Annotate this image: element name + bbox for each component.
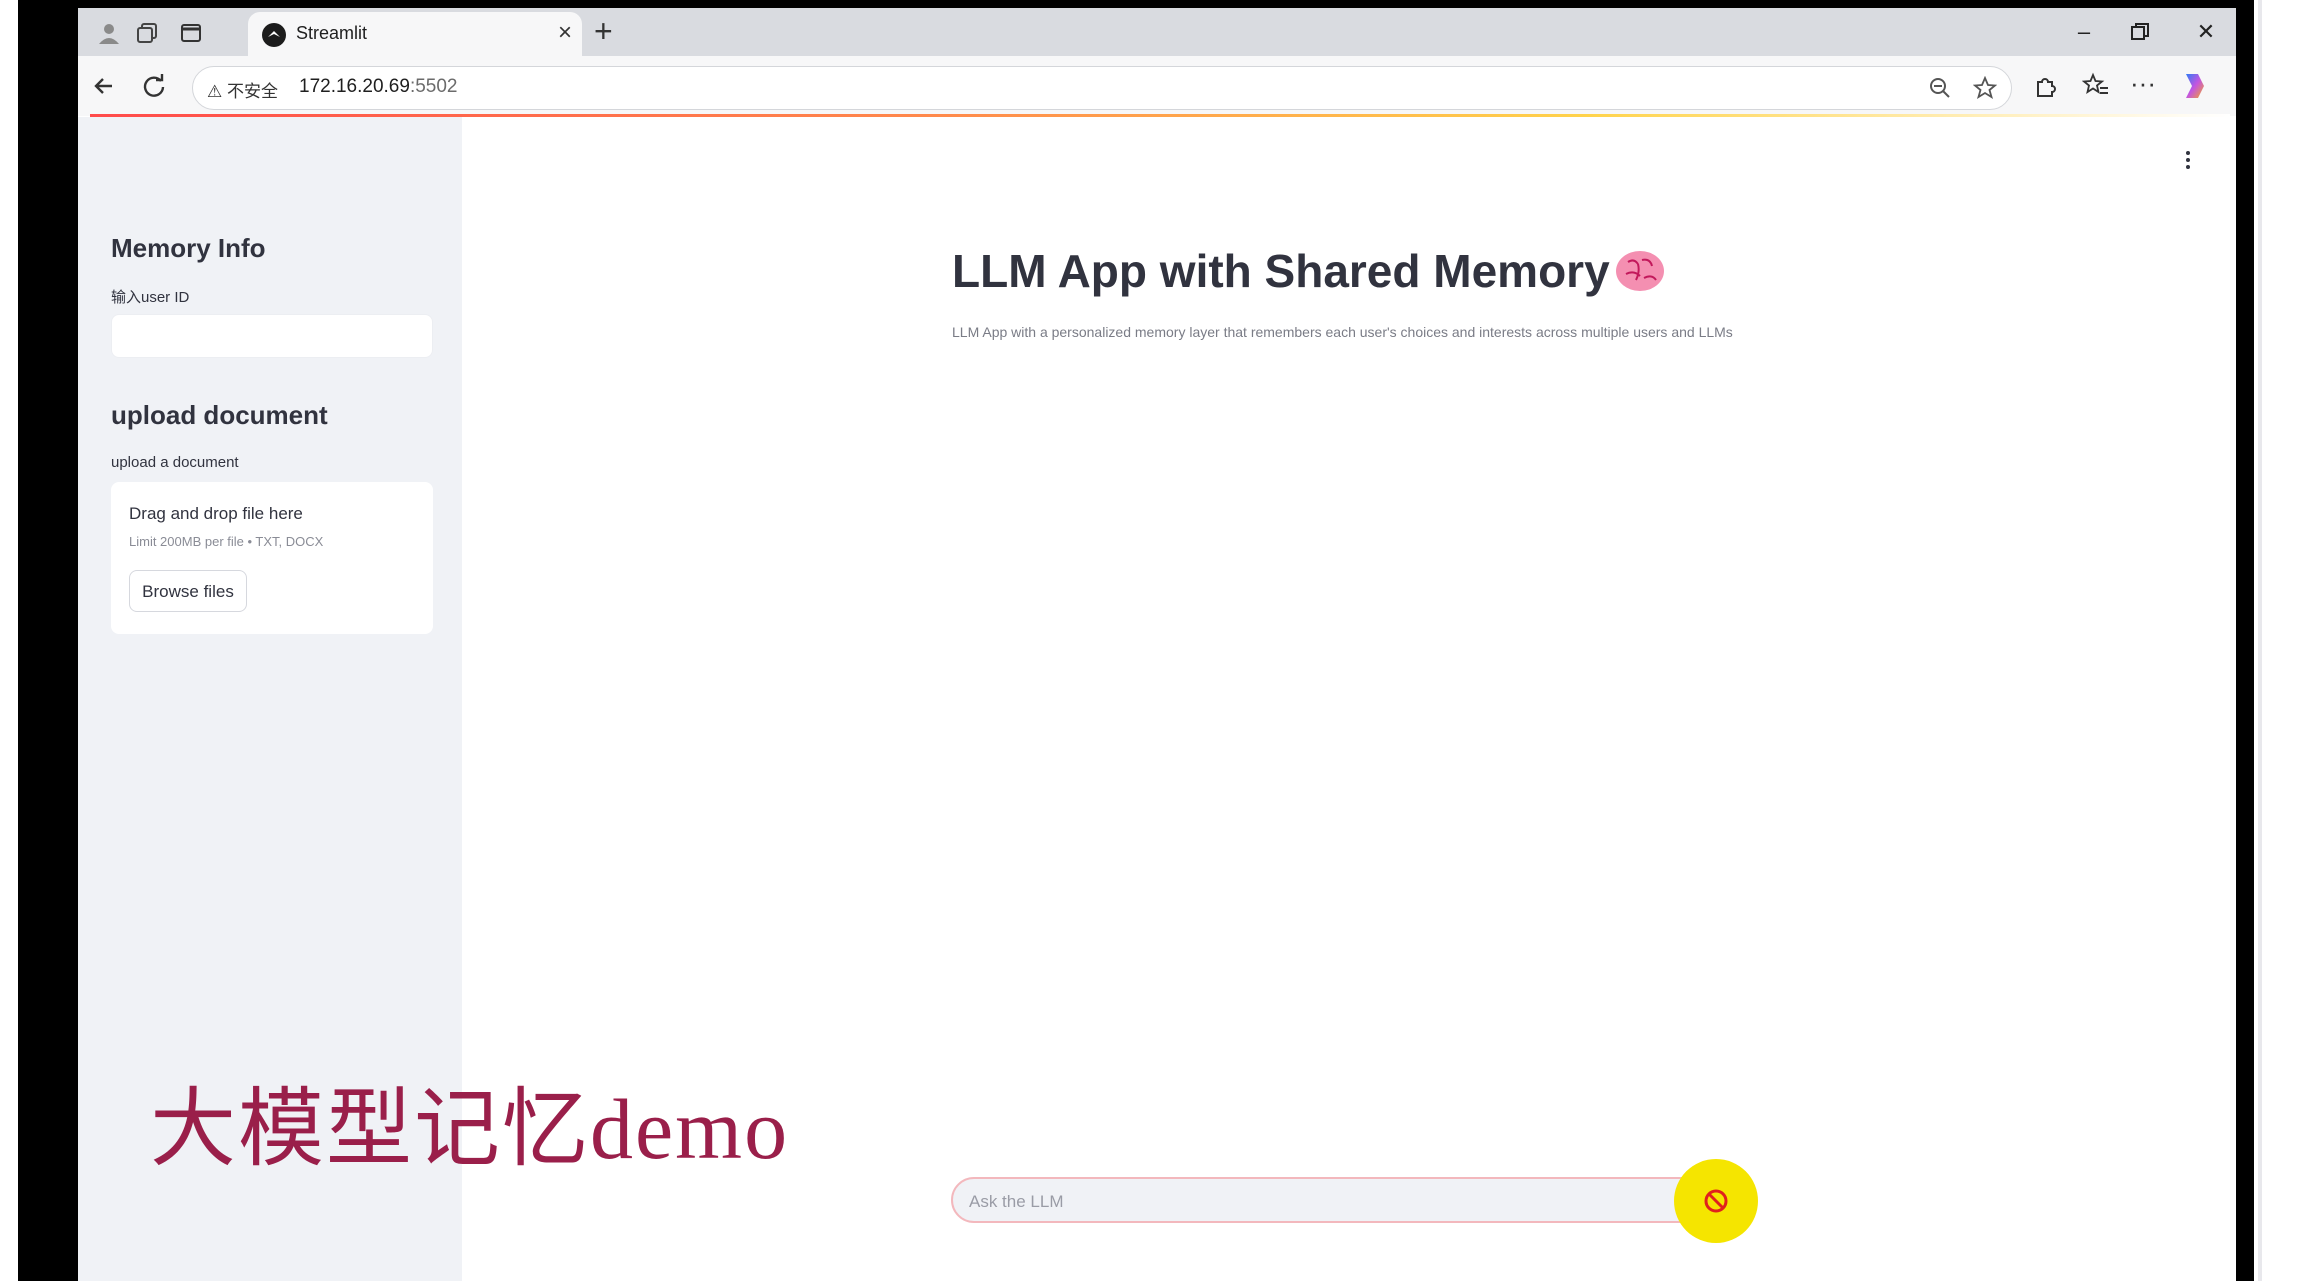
minimize-icon[interactable]: – xyxy=(2064,16,2104,48)
left-frame xyxy=(0,0,18,1281)
video-caption-overlay: 大模型记忆demo xyxy=(150,1081,790,1177)
main-menu-icon[interactable] xyxy=(2178,148,2198,172)
browse-files-button[interactable]: Browse files xyxy=(129,570,247,612)
right-frame xyxy=(2254,0,2312,1281)
zoom-out-icon[interactable] xyxy=(1929,77,1951,99)
upload-document-label: upload a document xyxy=(111,454,239,471)
browser-toolbar: ⚠ 不安全 172.16.20.69:5502 ··· xyxy=(78,56,2236,116)
profile-icon[interactable] xyxy=(96,20,122,46)
tab-actions-icon[interactable] xyxy=(178,20,204,46)
dropzone-limit: Limit 200MB per file • TXT, DOCX xyxy=(129,534,324,549)
favorites-icon[interactable] xyxy=(2082,72,2110,100)
extensions-icon[interactable] xyxy=(2032,72,2060,100)
tab-streamlit[interactable]: Streamlit × xyxy=(248,12,582,56)
reload-icon[interactable] xyxy=(140,72,168,100)
address-bar[interactable]: ⚠ 不安全 172.16.20.69:5502 xyxy=(192,66,2012,110)
brain-icon xyxy=(1616,251,1664,291)
workspaces-icon[interactable] xyxy=(134,20,160,46)
streamlit-logo-icon xyxy=(262,23,286,47)
favorite-star-icon[interactable] xyxy=(1973,76,1997,100)
not-allowed-icon[interactable] xyxy=(1700,1185,1732,1217)
file-dropzone[interactable]: Drag and drop file here Limit 200MB per … xyxy=(111,482,433,634)
url-text: 172.16.20.69:5502 xyxy=(299,76,458,97)
user-id-input[interactable] xyxy=(111,314,433,358)
security-warning[interactable]: ⚠ 不安全 xyxy=(207,77,278,102)
memory-info-heading: Memory Info xyxy=(111,233,266,263)
tab-title: Streamlit xyxy=(296,23,368,43)
page-title: LLM App with Shared Memory xyxy=(952,245,1610,297)
close-tab-icon[interactable]: × xyxy=(558,20,572,46)
chat-input[interactable] xyxy=(967,1188,1671,1216)
warning-triangle-icon: ⚠ xyxy=(207,82,223,101)
upload-document-heading: upload document xyxy=(111,400,328,430)
chat-input-container[interactable] xyxy=(951,1177,1741,1223)
tab-strip: Streamlit × + – ✕ xyxy=(78,8,2236,56)
dropzone-title: Drag and drop file here xyxy=(129,504,303,523)
new-tab-icon[interactable]: + xyxy=(594,14,613,48)
restore-icon[interactable] xyxy=(2128,20,2152,44)
page-description: LLM App with a personalized memory layer… xyxy=(952,324,1733,340)
user-id-label: 输入user ID xyxy=(111,289,190,306)
back-arrow-icon[interactable] xyxy=(90,72,118,100)
close-window-icon[interactable]: ✕ xyxy=(2186,16,2226,48)
copilot-icon[interactable] xyxy=(2178,70,2210,102)
more-options-icon[interactable]: ··· xyxy=(2130,70,2158,100)
